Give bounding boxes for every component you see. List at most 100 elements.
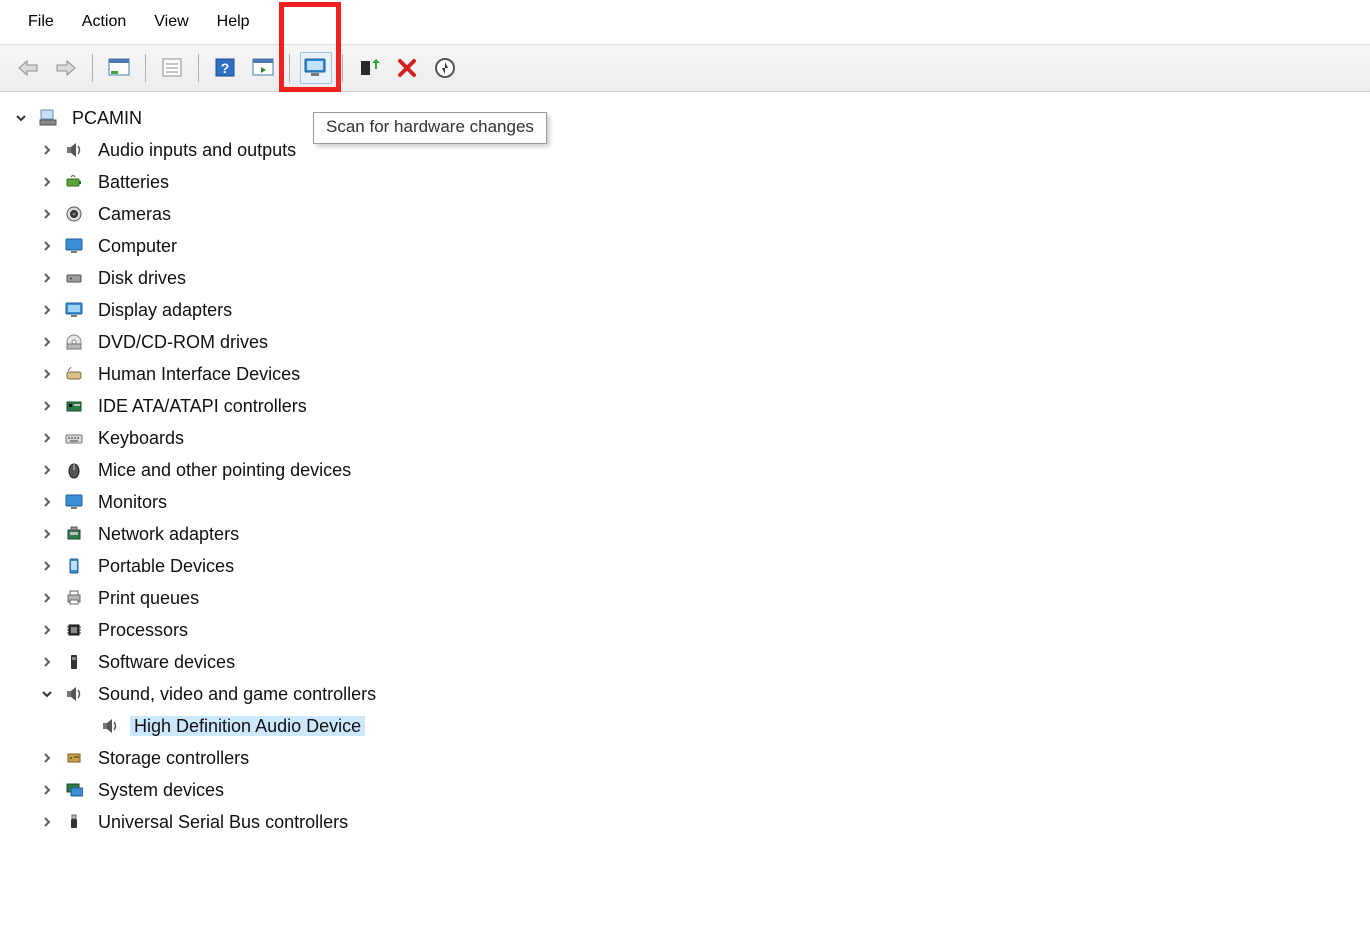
expander-collapsed-icon[interactable] [38, 589, 56, 607]
tree-category[interactable]: Computer [12, 230, 1370, 262]
category-label[interactable]: Monitors [94, 492, 171, 512]
tree-category[interactable]: Display adapters [12, 294, 1370, 326]
category-label[interactable]: System devices [94, 780, 228, 800]
toolbar-refresh-button[interactable] [247, 52, 279, 84]
category-label[interactable]: Computer [94, 236, 181, 256]
category-label[interactable]: Disk drives [94, 268, 190, 288]
tree-category[interactable]: Keyboards [12, 422, 1370, 454]
tree-category[interactable]: Print queues [12, 582, 1370, 614]
menu-help[interactable]: Help [203, 7, 264, 37]
tree-category[interactable]: Batteries [12, 166, 1370, 198]
update-driver-icon [358, 57, 380, 79]
toolbar-update-driver-button[interactable] [353, 52, 385, 84]
scan-hardware-icon [303, 57, 329, 79]
tree-category[interactable]: IDE ATA/ATAPI controllers [12, 390, 1370, 422]
category-label[interactable]: Portable Devices [94, 556, 238, 576]
category-label[interactable]: DVD/CD-ROM drives [94, 332, 272, 352]
expander-collapsed-icon[interactable] [38, 493, 56, 511]
expander-collapsed-icon[interactable] [38, 461, 56, 479]
expander-collapsed-icon[interactable] [38, 749, 56, 767]
category-label[interactable]: Human Interface Devices [94, 364, 304, 384]
menu-bar: File Action View Help [0, 0, 1370, 44]
monitor-icon [64, 236, 84, 256]
properties-icon [161, 58, 183, 78]
menu-view[interactable]: View [140, 7, 202, 37]
category-label[interactable]: Display adapters [94, 300, 236, 320]
expander-collapsed-icon[interactable] [38, 269, 56, 287]
toolbar-properties-button[interactable] [156, 52, 188, 84]
tree-category[interactable]: Network adapters [12, 518, 1370, 550]
tooltip-scan-hardware: Scan for hardware changes [313, 112, 547, 144]
expander-collapsed-icon[interactable] [38, 557, 56, 575]
tree-category[interactable]: DVD/CD-ROM drives [12, 326, 1370, 358]
tree-category[interactable]: Mice and other pointing devices [12, 454, 1370, 486]
toolbar-separator [289, 54, 290, 82]
arrow-right-icon [55, 58, 77, 78]
toolbar-separator [342, 54, 343, 82]
tree-category[interactable]: Sound, video and game controllers [12, 678, 1370, 710]
category-label[interactable]: Batteries [94, 172, 173, 192]
expander-collapsed-icon[interactable] [38, 621, 56, 639]
category-label[interactable]: Storage controllers [94, 748, 253, 768]
tree-category[interactable]: Software devices [12, 646, 1370, 678]
tree-root[interactable]: PCAMIN [12, 102, 1370, 134]
speaker-icon [64, 140, 84, 160]
tree-category[interactable]: Portable Devices [12, 550, 1370, 582]
tree-category[interactable]: Disk drives [12, 262, 1370, 294]
expander-collapsed-icon[interactable] [38, 301, 56, 319]
expander-collapsed-icon[interactable] [38, 429, 56, 447]
tree-category[interactable]: Cameras [12, 198, 1370, 230]
expander-collapsed-icon[interactable] [38, 653, 56, 671]
toolbar-show-hide-tree-button[interactable] [103, 52, 135, 84]
tree-category[interactable]: Audio inputs and outputs [12, 134, 1370, 166]
software-icon [64, 652, 84, 672]
tree-category[interactable]: Monitors [12, 486, 1370, 518]
root-label[interactable]: PCAMIN [68, 108, 146, 128]
device-tree[interactable]: PCAMIN Audio inputs and outputs Batterie… [0, 92, 1370, 838]
category-label[interactable]: Audio inputs and outputs [94, 140, 300, 160]
toolbar-forward-button[interactable] [50, 52, 82, 84]
category-label[interactable]: Keyboards [94, 428, 188, 448]
category-label[interactable]: Print queues [94, 588, 203, 608]
expander-collapsed-icon[interactable] [38, 365, 56, 383]
tree-device[interactable]: High Definition Audio Device [12, 710, 1370, 742]
expander-collapsed-icon[interactable] [38, 813, 56, 831]
tree-category[interactable]: System devices [12, 774, 1370, 806]
expander-collapsed-icon[interactable] [38, 397, 56, 415]
tree-category[interactable]: Storage controllers [12, 742, 1370, 774]
tree-category[interactable]: Universal Serial Bus controllers [12, 806, 1370, 838]
category-label[interactable]: Cameras [94, 204, 175, 224]
expander-expanded-icon[interactable] [38, 685, 56, 703]
toolbar-back-button[interactable] [12, 52, 44, 84]
menu-action[interactable]: Action [68, 7, 140, 37]
category-label[interactable]: Processors [94, 620, 192, 640]
cpu-icon [64, 620, 84, 640]
tree-category[interactable]: Human Interface Devices [12, 358, 1370, 390]
system-icon [64, 780, 84, 800]
expander-collapsed-icon[interactable] [38, 205, 56, 223]
device-label[interactable]: High Definition Audio Device [130, 716, 365, 736]
expander-collapsed-icon[interactable] [38, 333, 56, 351]
expander-collapsed-icon[interactable] [38, 141, 56, 159]
expander-collapsed-icon[interactable] [38, 781, 56, 799]
menu-file[interactable]: File [14, 7, 68, 37]
expander-expanded-icon[interactable] [12, 109, 30, 127]
category-label[interactable]: Sound, video and game controllers [94, 684, 380, 704]
toolbar-help-button[interactable]: ? [209, 52, 241, 84]
expander-collapsed-icon[interactable] [38, 525, 56, 543]
storage-icon [64, 748, 84, 768]
toolbar-scan-hardware-button[interactable] [300, 52, 332, 84]
toolbar-disable-button[interactable] [429, 52, 461, 84]
category-label[interactable]: Mice and other pointing devices [94, 460, 355, 480]
expander-collapsed-icon[interactable] [38, 237, 56, 255]
printer-icon [64, 588, 84, 608]
category-label[interactable]: Software devices [94, 652, 239, 672]
hid-icon [64, 364, 84, 384]
speaker-icon [64, 684, 84, 704]
toolbar-uninstall-button[interactable] [391, 52, 423, 84]
expander-collapsed-icon[interactable] [38, 173, 56, 191]
category-label[interactable]: Network adapters [94, 524, 243, 544]
category-label[interactable]: Universal Serial Bus controllers [94, 812, 352, 832]
category-label[interactable]: IDE ATA/ATAPI controllers [94, 396, 311, 416]
tree-category[interactable]: Processors [12, 614, 1370, 646]
